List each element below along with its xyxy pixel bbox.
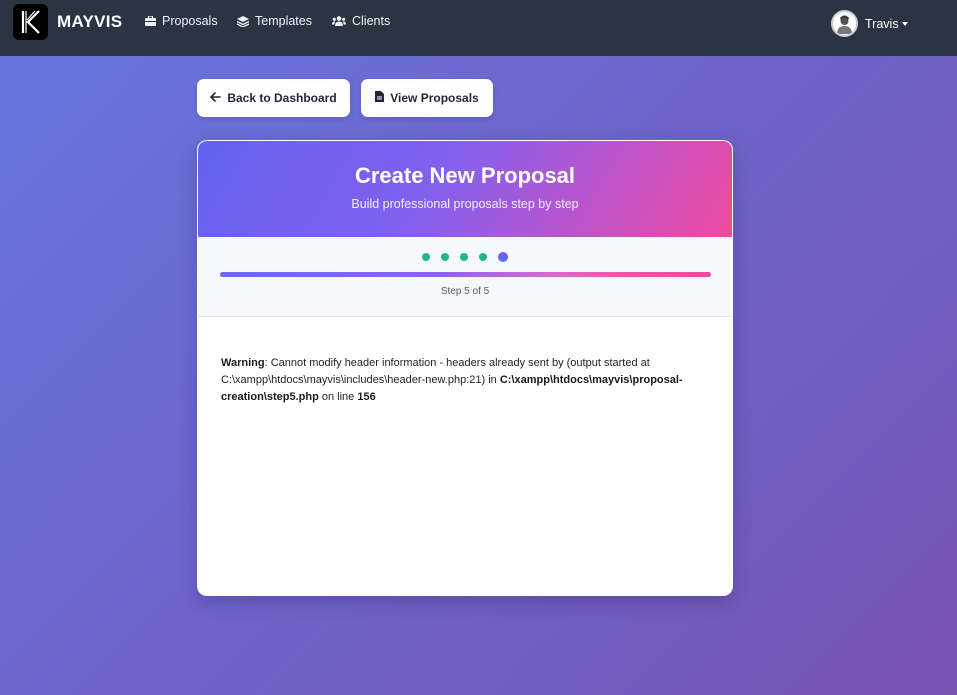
brand-name[interactable]: MAYVIS [57,12,122,32]
users-icon [332,16,346,26]
step-dots [198,252,732,262]
nav-item-label: Proposals [162,14,218,28]
nav-item-clients[interactable]: Clients [332,14,390,28]
warning-label: Warning [221,357,265,369]
layers-icon [237,15,249,27]
step-progress: Step 5 of 5 [198,237,732,317]
avatar [831,10,858,37]
top-navbar: MAYVIS Proposals Templates Clients Travi… [0,0,957,56]
step-indicator: Step 5 of 5 [440,286,490,297]
page-subtitle: Build professional proposals step by ste… [351,197,579,211]
back-to-dashboard-button[interactable]: Back to Dashboard [197,79,350,117]
step-dot-2 [441,253,449,261]
nav-item-label: Templates [255,14,312,28]
step-dot-1 [422,253,430,261]
nav-item-templates[interactable]: Templates [237,14,312,28]
logo-icon[interactable] [13,4,48,40]
briefcase-icon [145,16,156,26]
arrow-left-icon [210,91,222,105]
card-header: Create New Proposal Build professional p… [198,141,732,237]
step-dot-4 [479,253,487,261]
page-title: Create New Proposal [354,163,576,188]
chevron-down-icon [901,21,908,26]
proposal-card: Create New Proposal Build professional p… [197,140,733,596]
nav-item-proposals[interactable]: Proposals [145,14,218,28]
php-warning-message: Warning: Cannot modify header informatio… [221,355,713,406]
step-dot-5 [498,252,508,262]
warning-line-text: on line [318,391,358,403]
file-icon [375,91,385,105]
progress-bar [220,272,711,277]
step-dot-3 [460,253,468,261]
view-proposals-button[interactable]: View Proposals [361,79,493,117]
view-proposals-label: View Proposals [390,91,479,105]
user-menu[interactable]: Travis [831,10,908,37]
user-name: Travis [865,16,899,31]
warning-line-number: 156 [357,391,376,403]
back-to-dashboard-label: Back to Dashboard [227,91,337,105]
nav-item-label: Clients [352,14,391,28]
